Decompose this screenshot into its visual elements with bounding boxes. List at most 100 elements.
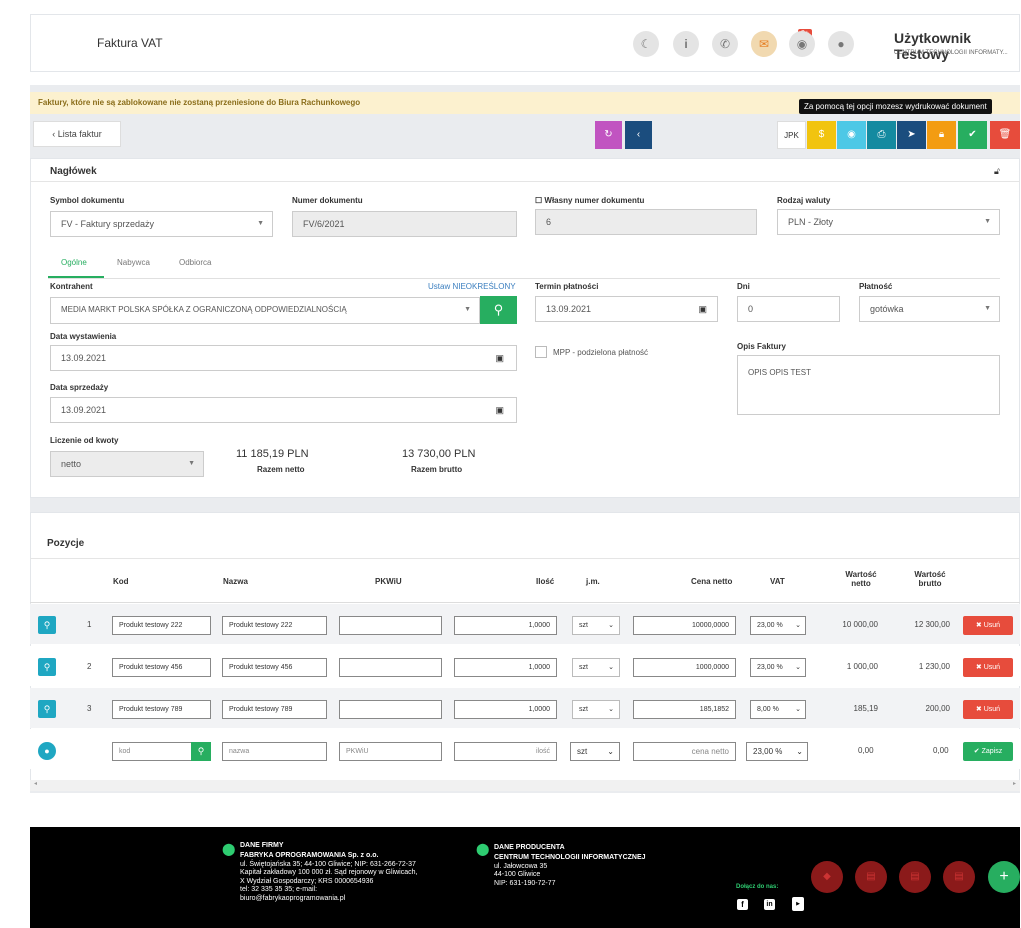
nazwa-input[interactable]: Produkt testowy 456 — [222, 658, 327, 677]
lock-button[interactable]: 🔒︎ — [927, 121, 956, 149]
symbol-select[interactable]: FV - Faktury sprzedaży ▼ — [50, 211, 273, 237]
vat-select[interactable]: 23,00 % ⌄ — [750, 658, 806, 677]
wystawienia-date-input[interactable]: 13.09.2021 ▣ — [50, 345, 517, 371]
jm-select[interactable]: szt ⌄ — [572, 658, 620, 677]
new-nazwa-input[interactable]: nazwa — [222, 742, 327, 761]
cena-input[interactable]: 1000,0000 — [633, 658, 736, 677]
kod-input[interactable]: Produkt testowy 456 — [112, 658, 211, 677]
cena-input[interactable]: 185,1852 — [633, 700, 736, 719]
youtube-icon[interactable]: ▶ — [792, 897, 804, 911]
user-icon[interactable]: ● — [828, 31, 854, 57]
col-kod: Kod — [113, 577, 129, 586]
floating-doc-icon[interactable]: ▤ — [943, 861, 975, 893]
floating-doc-icon[interactable]: ▤ — [899, 861, 931, 893]
approve-button[interactable]: ✔ — [958, 121, 987, 149]
kontrahent-select[interactable]: MEDIA MARKT POLSKA SPÓŁKA Z OGRANICZONĄ … — [50, 297, 480, 324]
jm-value: szt — [579, 706, 588, 713]
producent-line: 44-100 Gliwice — [494, 871, 541, 878]
cena-input[interactable]: 10000,0000 — [633, 616, 736, 635]
vat-select[interactable]: 8,00 % ⌄ — [750, 700, 806, 719]
search-icon[interactable]: ⚲ — [38, 616, 56, 634]
print-button[interactable]: ⎙ — [867, 121, 896, 149]
delete-button[interactable]: 🗑︎ — [990, 121, 1020, 149]
kod-input[interactable]: Produkt testowy 222 — [112, 616, 211, 635]
new-kod-input[interactable]: kod — [112, 742, 192, 761]
jpk-button[interactable]: JPK — [777, 121, 806, 149]
ustaw-nieokreslony-link[interactable]: Ustaw NIEOKREŚLONY — [428, 282, 516, 291]
termin-date-input[interactable]: 13.09.2021 ▣ — [535, 296, 718, 322]
jm-select[interactable]: szt ⌄ — [572, 616, 620, 635]
tab-ogolne[interactable]: Ogólne — [61, 258, 87, 267]
new-ilosc-input[interactable]: ilość — [454, 742, 557, 761]
history-button[interactable]: ↻ — [595, 121, 622, 149]
waluta-value: PLN - Złoty — [788, 217, 834, 227]
wartosc-netto: 10 000,00 — [842, 620, 878, 629]
producent-line: ul. Jałowcowa 35 — [494, 862, 548, 870]
row-number: 3 — [87, 704, 92, 713]
termin-label: Termin płatności — [535, 282, 599, 291]
scroll-left-icon[interactable]: ◂ — [34, 780, 37, 787]
delete-row-button[interactable]: ✖ Usuń — [963, 658, 1013, 677]
delete-row-button[interactable]: ✖ Usuń — [963, 700, 1013, 719]
save-row-button[interactable]: ✔ Zapisz — [963, 742, 1013, 761]
vat-select[interactable]: 23,00 % ⌄ — [750, 616, 806, 635]
waluta-select[interactable]: PLN - Złoty ▼ — [777, 209, 1000, 235]
pkwiu-input[interactable] — [339, 616, 442, 635]
pkwiu-input[interactable] — [339, 700, 442, 719]
nazwa-input[interactable]: Produkt testowy 789 — [222, 700, 327, 719]
tab-odbiorca[interactable]: Odbiorca — [179, 258, 211, 267]
opis-textarea[interactable]: OPIS OPIS TEST — [737, 355, 1000, 415]
sprzedazy-date-input[interactable]: 13.09.2021 ▣ — [50, 397, 517, 423]
user-name[interactable]: Użytkownik Testowy — [894, 30, 1019, 62]
tab-nabywca[interactable]: Nabywca — [117, 258, 150, 267]
floating-add-icon[interactable]: + — [988, 861, 1020, 893]
dollar-button[interactable]: $ — [807, 121, 836, 149]
new-pkwiu-input[interactable]: PKWiU — [339, 742, 442, 761]
sprzedazy-label: Data sprzedaży — [50, 383, 109, 392]
jm-select[interactable]: szt ⌄ — [572, 700, 620, 719]
new-kod-search-button[interactable]: ⚲ — [191, 742, 211, 761]
new-cena-input[interactable]: cena netto — [633, 742, 736, 761]
new-jm-select[interactable]: szt ⌄ — [570, 742, 620, 761]
platnosc-select[interactable]: gotówka ▼ — [859, 296, 1000, 322]
mail-icon[interactable]: ✉ — [751, 31, 777, 57]
scroll-right-icon[interactable]: ▸ — [1013, 780, 1016, 787]
calendar-icon[interactable]: ▣ — [495, 346, 504, 370]
liczenie-label: Liczenie od kwoty — [50, 436, 119, 445]
nazwa-input[interactable]: Produkt testowy 222 — [222, 616, 327, 635]
horizontal-scrollbar[interactable]: ◂ ▸ — [30, 780, 1020, 791]
facebook-icon[interactable]: f — [737, 899, 748, 910]
floating-action-icon[interactable]: ◆ — [811, 861, 843, 893]
wlasny-numer-checkbox[interactable]: ☐ Własny numer dokumentu — [535, 196, 644, 205]
moon-icon[interactable]: ☾ — [633, 31, 659, 57]
search-icon[interactable]: ⚲ — [38, 658, 56, 676]
wartosc-brutto: 12 300,00 — [914, 620, 950, 629]
add-row-icon[interactable]: ● — [38, 742, 56, 760]
divider — [30, 558, 1020, 559]
linkedin-icon[interactable]: in — [764, 899, 775, 910]
kod-input[interactable]: Produkt testowy 789 — [112, 700, 211, 719]
search-icon[interactable]: ⚲ — [38, 700, 56, 718]
floating-doc-icon[interactable]: ▤ — [855, 861, 887, 893]
pkwiu-input[interactable] — [339, 658, 442, 677]
phone-icon[interactable]: ✆ — [712, 31, 738, 57]
prev-button[interactable]: ‹ — [625, 121, 652, 149]
ilosc-input[interactable]: 1,0000 — [454, 616, 557, 635]
new-vat-select[interactable]: 23,00 % ⌄ — [746, 742, 808, 761]
globe-icon[interactable]: ◉ — [789, 31, 815, 57]
unlock-icon[interactable]: 🔓︎ — [994, 166, 1000, 177]
ilosc-input[interactable]: 1,0000 — [454, 658, 557, 677]
calendar-icon[interactable]: ▣ — [698, 297, 707, 321]
back-to-list-button[interactable]: ‹ Lista faktur — [33, 121, 121, 147]
col-pkwiu: PKWiU — [375, 577, 402, 586]
mpp-checkbox[interactable] — [535, 346, 547, 358]
send-button[interactable]: ➤ — [897, 121, 926, 149]
ilosc-input[interactable]: 1,0000 — [454, 700, 557, 719]
kontrahent-search-button[interactable]: ⚲ — [480, 296, 517, 324]
new-vat-value: 23,00 % — [753, 747, 783, 756]
calendar-icon[interactable]: ▣ — [495, 398, 504, 422]
dni-input[interactable]: 0 — [737, 296, 840, 322]
eye-icon[interactable]: ◉ — [837, 121, 866, 149]
delete-row-button[interactable]: ✖ Usuń — [963, 616, 1013, 635]
info-icon[interactable]: i — [673, 31, 699, 57]
